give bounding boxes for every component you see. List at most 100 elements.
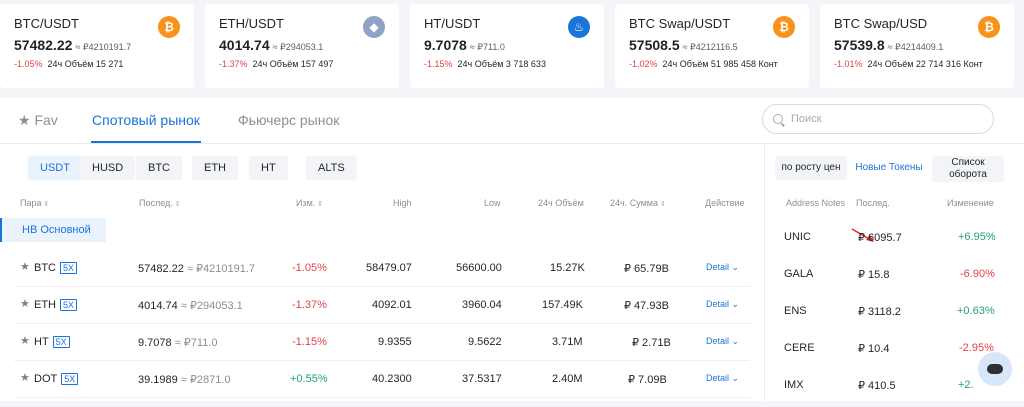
ticker-card[interactable]: ETH/USDT 4014.74 ≈ ₽294053.1 -1.37% 24ч Об… xyxy=(205,4,399,88)
filter-btc[interactable]: BTC xyxy=(136,156,182,180)
sort-icon: ⇕ xyxy=(317,201,324,208)
token-name: GALA xyxy=(784,268,814,280)
ticker-price: 9.7078 ≈ ₽711.0 xyxy=(424,37,505,53)
row-high: 40.2300 xyxy=(372,373,412,385)
header-pair[interactable]: Пара ⇕ xyxy=(20,198,49,208)
row-change: -1.05% xyxy=(292,262,327,274)
detail-link[interactable]: Detail ⌄ xyxy=(706,336,739,347)
row-volume: 3.71M xyxy=(552,336,583,348)
header-action: Действие xyxy=(705,198,745,208)
row-sum: ₽ 2.71B xyxy=(632,337,671,349)
list-item[interactable]: IMX ₽ 410.5 +2. xyxy=(770,370,1002,407)
header-last: Послед. xyxy=(856,198,890,208)
ticker-card[interactable]: HT/USDT 9.7078 ≈ ₽711.0 -1.15% 24ч Объём 3… xyxy=(410,4,604,88)
header-change[interactable]: Изм. ⇕ xyxy=(296,198,323,208)
market-panel: ★ Fav Спотовый рынок Фьючерс рынок Поиск… xyxy=(0,98,1024,401)
ticker-meta: -1.15% 24ч Объём 3 718 633 xyxy=(424,59,546,69)
header-volume: 24ч Объём xyxy=(538,198,584,208)
btn-price-growth[interactable]: по росту цен xyxy=(775,156,847,180)
header-high: High xyxy=(393,198,412,208)
filter-alts[interactable]: ALTS xyxy=(306,156,357,180)
list-item[interactable]: GALA ₽ 15.8 -6.90% xyxy=(770,259,1002,296)
market-tabs: ★ Fav Спотовый рынок Фьючерс рынок Поиск xyxy=(0,98,1024,144)
list-item[interactable]: CERE ₽ 10.4 -2.95% xyxy=(770,333,1002,370)
ticker-pair: ETH/USDT xyxy=(219,16,284,31)
detail-link[interactable]: Detail ⌄ xyxy=(706,262,739,273)
ticker-card[interactable]: BTC/USDT 57482.22 ≈ ₽4210191.7 -1.05% 24ч … xyxy=(0,4,194,88)
token-name: ENS xyxy=(784,305,807,317)
chat-bot-icon[interactable] xyxy=(978,352,1012,386)
ticker-card[interactable]: BTC Swap/USDT 57508.5 ≈ ₽4212116.5 -1.02%… xyxy=(615,4,809,88)
row-sum: ₽ 7.09B xyxy=(628,374,667,386)
row-change: -1.15% xyxy=(292,336,327,348)
btn-turnover-list[interactable]: Список оборота xyxy=(932,156,1004,182)
table-row[interactable]: ★ HT 5X 9.7078 ≈ ₽711.0 -1.15% 9.9355 9.5… xyxy=(14,324,750,361)
star-icon[interactable]: ★ xyxy=(20,336,30,347)
row-high: 9.9355 xyxy=(378,336,412,348)
star-icon[interactable]: ★ xyxy=(20,373,30,384)
filter-usdt[interactable]: USDT xyxy=(28,156,82,180)
row-pair: ETH 5X xyxy=(34,299,78,311)
ticker-strip: BTC/USDT 57482.22 ≈ ₽4210191.7 -1.05% 24ч … xyxy=(0,0,1024,92)
search-input[interactable]: Поиск xyxy=(762,104,994,134)
row-last: 39.1989 ≈ ₽2871.0 xyxy=(138,374,231,386)
row-pair: BTC 5X xyxy=(34,262,78,274)
detail-link[interactable]: Detail ⌄ xyxy=(706,373,739,384)
list-item[interactable]: ENS ₽ 3118.2 +0.63% xyxy=(770,296,1002,333)
row-volume: 157.49K xyxy=(542,299,583,311)
btn-new-tokens[interactable]: Новые Токены xyxy=(852,156,926,180)
ticker-meta: -1.05% 24ч Объём 15 271 xyxy=(14,59,124,69)
ticker-pair: BTC Swap/USDT xyxy=(629,16,731,31)
filter-ht[interactable]: HT xyxy=(249,156,288,180)
ticker-meta: -1.01% 24ч Объём 22 714 316 Конт xyxy=(834,59,983,69)
star-icon[interactable]: ★ xyxy=(20,299,30,310)
tab-futures[interactable]: Фьючерс рынок xyxy=(238,112,339,128)
group-tag[interactable]: HB Основной xyxy=(0,218,106,242)
header-sum[interactable]: 24ч. Сумма ⇕ xyxy=(610,198,666,208)
header-notes: Address Notes xyxy=(786,198,846,208)
row-pair: DOT 5X xyxy=(34,373,79,385)
ht-icon: ♨ xyxy=(568,16,590,38)
filter-eth[interactable]: ETH xyxy=(192,156,238,180)
star-icon[interactable]: ★ xyxy=(20,262,30,273)
row-low: 56600.00 xyxy=(456,262,502,274)
table-row[interactable]: ★ ETH 5X 4014.74 ≈ ₽294053.1 -1.37% 4092.… xyxy=(14,287,750,324)
active-tab-indicator xyxy=(91,141,201,143)
btc-icon: ₿ xyxy=(773,16,795,38)
row-change: +0.55% xyxy=(290,373,328,385)
row-last: 57482.22 ≈ ₽4210191.7 xyxy=(138,263,256,275)
row-high: 58479.07 xyxy=(366,262,412,274)
token-change: -6.90% xyxy=(960,268,995,280)
row-volume: 15.27K xyxy=(550,262,585,274)
ticker-meta: -1.37% 24ч Объём 157 497 xyxy=(219,59,334,69)
ticker-pair: BTC/USDT xyxy=(14,16,79,31)
row-sum: ₽ 47.93B xyxy=(624,300,669,312)
ticker-card[interactable]: BTC Swap/USD 57539.8 ≈ ₽4214409.1 -1.01% 2… xyxy=(820,4,1014,88)
list-item[interactable]: UNIC ₽ 6095.7 +6.95% xyxy=(770,222,1002,259)
table-row[interactable]: ★ DOT 5X 39.1989 ≈ ₽2871.0 +0.55% 40.2300… xyxy=(14,361,750,398)
panel-divider xyxy=(764,144,765,401)
token-name: UNIC xyxy=(784,231,811,243)
header-last[interactable]: Послед. ⇕ xyxy=(139,198,181,208)
token-price: ₽ 10.4 xyxy=(858,343,890,355)
tab-fav[interactable]: ★ Fav xyxy=(18,112,58,129)
token-price: ₽ 410.5 xyxy=(858,380,896,392)
btc-icon: ₿ xyxy=(978,16,1000,38)
tab-spot[interactable]: Спотовый рынок xyxy=(92,112,200,128)
ticker-price: 57482.22 ≈ ₽4210191.7 xyxy=(14,37,132,53)
row-change: -1.37% xyxy=(292,299,327,311)
row-last: 4014.74 ≈ ₽294053.1 xyxy=(138,300,243,312)
filter-husd[interactable]: HUSD xyxy=(80,156,136,180)
sort-icon: ⇕ xyxy=(659,201,666,208)
star-icon: ★ xyxy=(18,112,31,128)
row-low: 37.5317 xyxy=(462,373,502,385)
eth-icon: ◆ xyxy=(363,16,385,38)
ticker-price: 4014.74 ≈ ₽294053.1 xyxy=(219,37,324,53)
ticker-pair: HT/USDT xyxy=(424,16,481,31)
detail-link[interactable]: Detail ⌄ xyxy=(706,299,739,310)
token-change: +6.95% xyxy=(958,231,996,243)
ticker-price: 57539.8 ≈ ₽4214409.1 xyxy=(834,37,944,53)
sort-icon: ⇕ xyxy=(43,201,50,208)
search-icon xyxy=(773,114,783,124)
table-row[interactable]: ★ BTC 5X 57482.22 ≈ ₽4210191.7 -1.05% 584… xyxy=(14,250,750,287)
